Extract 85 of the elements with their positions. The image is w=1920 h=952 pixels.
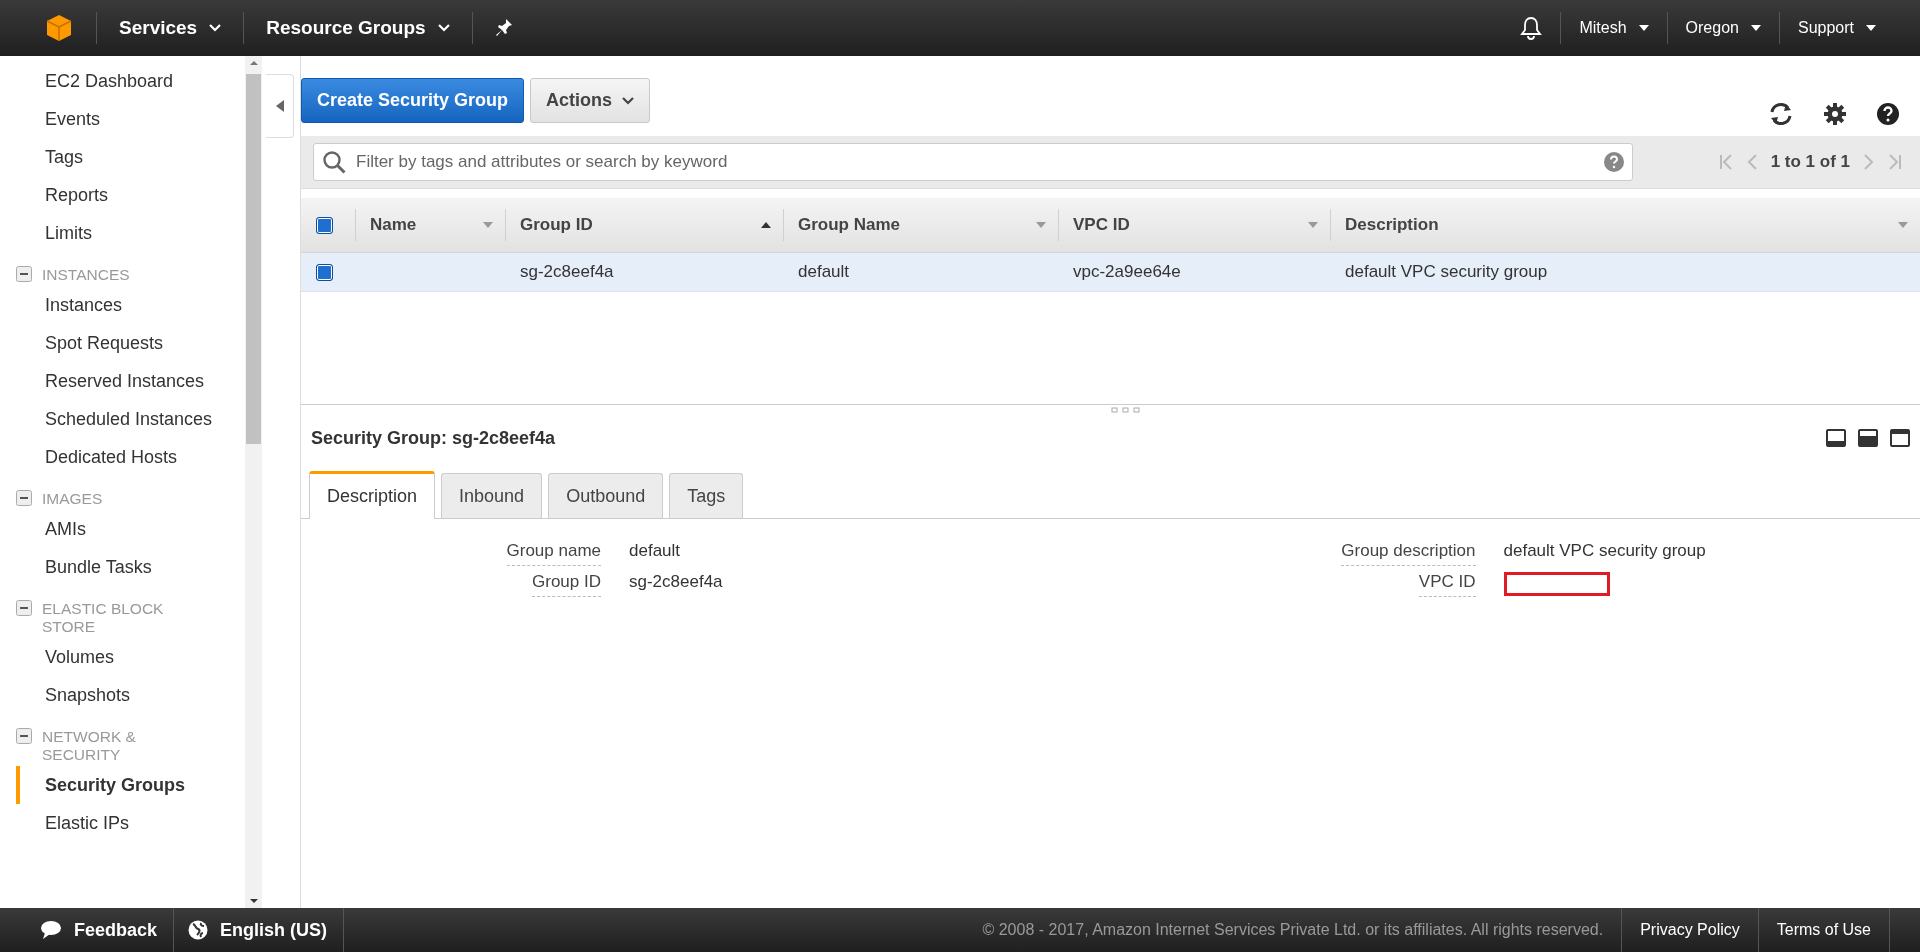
sidebar-item[interactable]: Events bbox=[16, 100, 245, 138]
sidebar-item[interactable]: Tags bbox=[16, 138, 245, 176]
copyright-text: © 2008 - 2017, Amazon Internet Services Private Ltd. or its affiliates. All rights reserved. bbox=[982, 921, 1605, 939]
collapse-tab[interactable] bbox=[266, 74, 294, 138]
nav-menu[interactable]: Services bbox=[119, 17, 222, 39]
select-all-checkbox[interactable] bbox=[316, 216, 333, 234]
sidebar-item[interactable]: Scheduled Instances bbox=[16, 400, 245, 438]
resize-handle-icon[interactable] bbox=[1110, 407, 1141, 413]
column-header[interactable]: Group Name bbox=[783, 209, 1058, 241]
section-heading: NETWORK & SECURITY bbox=[42, 728, 137, 764]
refresh-icon[interactable] bbox=[1768, 102, 1794, 126]
tab[interactable]: Tags bbox=[669, 473, 744, 518]
chevron-down-icon bbox=[622, 96, 635, 105]
nav-menu[interactable]: Support bbox=[1778, 12, 1920, 44]
globe-icon bbox=[188, 920, 209, 940]
sidebar-item[interactable]: Reports bbox=[16, 176, 245, 214]
caret-icon bbox=[275, 100, 284, 112]
sidebar-item[interactable]: Limits bbox=[16, 214, 245, 252]
layout-icon[interactable] bbox=[1826, 429, 1846, 447]
column-header[interactable]: Description bbox=[1330, 209, 1920, 241]
nav-menu[interactable]: Oregon bbox=[1666, 12, 1779, 44]
sidebar-item[interactable]: Spot Requests bbox=[16, 324, 245, 362]
layout-icon[interactable] bbox=[1890, 429, 1910, 447]
tab[interactable]: Outbound bbox=[548, 473, 664, 518]
caret-icon bbox=[1866, 25, 1876, 31]
section-heading: IMAGES bbox=[42, 490, 104, 508]
tab[interactable]: Description bbox=[309, 471, 436, 519]
settings-icon[interactable] bbox=[1824, 103, 1846, 125]
table-row[interactable]: sg-2c8eef4a default vpc-2a9ee64e default VPC security group bbox=[301, 253, 1920, 292]
chevron-down-icon bbox=[437, 24, 450, 32]
actions-button[interactable]: Actions bbox=[530, 78, 651, 123]
sidebar-item[interactable]: Dedicated Hosts bbox=[16, 438, 245, 476]
footer-link[interactable]: Privacy Policy bbox=[1621, 908, 1758, 952]
sidebar-item[interactable]: EC2 Dashboard bbox=[16, 62, 245, 100]
sidebar-item[interactable]: Snapshots bbox=[16, 676, 245, 714]
sidebar-item[interactable]: Instances bbox=[16, 286, 245, 324]
feedback-link[interactable]: Feedback bbox=[0, 908, 175, 952]
field-label: VPC ID bbox=[1418, 572, 1476, 597]
nav-menu[interactable]: Mitesh bbox=[1560, 12, 1667, 44]
sidebar-item[interactable]: Elastic IPs bbox=[16, 804, 245, 842]
caret-icon bbox=[1638, 25, 1649, 31]
section-heading: INSTANCES bbox=[42, 266, 131, 284]
help-icon[interactable] bbox=[1876, 102, 1900, 126]
speech-bubble-icon bbox=[40, 920, 62, 940]
language-link[interactable]: English (US) bbox=[174, 908, 345, 952]
search-icon bbox=[322, 150, 346, 174]
collapse-icon[interactable] bbox=[16, 490, 32, 506]
pin-icon[interactable] bbox=[494, 18, 513, 38]
caret-icon bbox=[1750, 25, 1761, 31]
sidebar-item[interactable]: Bundle Tasks bbox=[16, 548, 245, 586]
column-header[interactable]: VPC ID bbox=[1058, 209, 1330, 241]
details-title: Security Group: sg-2c8eef4a bbox=[311, 427, 556, 449]
sort-ascending-icon[interactable] bbox=[761, 222, 771, 228]
column-header[interactable]: Group ID bbox=[505, 209, 783, 241]
scrollbar[interactable] bbox=[245, 56, 262, 908]
field-value: sg-2c8eef4a bbox=[629, 572, 723, 591]
search-field[interactable]: Filter by tags and attributes or search by keyword bbox=[354, 151, 1596, 173]
table-cell-text: sg-2c8eef4a bbox=[519, 262, 615, 282]
row-checkbox[interactable] bbox=[316, 263, 333, 281]
collapse-icon[interactable] bbox=[16, 266, 32, 282]
chevron-down-icon bbox=[209, 24, 222, 32]
field-label: Group description bbox=[1341, 541, 1476, 566]
column-header[interactable]: Name bbox=[355, 209, 505, 241]
nav-menu[interactable]: Resource Groups bbox=[266, 17, 450, 39]
collapse-icon[interactable] bbox=[16, 728, 32, 744]
collapse-icon[interactable] bbox=[16, 600, 32, 616]
create-button[interactable]: Create Security Group bbox=[301, 78, 525, 123]
field-value: default bbox=[629, 541, 681, 560]
tab[interactable]: Inbound bbox=[441, 473, 543, 518]
table-cell-text: default bbox=[797, 262, 851, 282]
field-label: Group name bbox=[506, 541, 601, 566]
pagination-text: 1 to 1 of 1 bbox=[1770, 152, 1850, 172]
footer-link[interactable]: Terms of Use bbox=[1757, 908, 1890, 952]
cube-logo-icon[interactable] bbox=[44, 13, 74, 43]
section-heading: ELASTIC BLOCK STORE bbox=[42, 600, 165, 636]
search-bar[interactable]: Filter by tags and attributes or search by keyword bbox=[313, 143, 1633, 181]
sidebar-item[interactable]: AMIs bbox=[16, 510, 245, 548]
layout-icon[interactable] bbox=[1858, 429, 1878, 447]
sidebar-item[interactable]: Reserved Instances bbox=[16, 362, 245, 400]
table-cell-text: default VPC security group bbox=[1344, 262, 1549, 282]
field-label: Group ID bbox=[532, 572, 601, 597]
sidebar-item[interactable]: Volumes bbox=[16, 638, 245, 676]
table-cell-text: vpc-2a9ee64e bbox=[1072, 262, 1182, 282]
field-value: default VPC security group bbox=[1503, 541, 1706, 560]
bell-icon[interactable] bbox=[1520, 16, 1543, 40]
